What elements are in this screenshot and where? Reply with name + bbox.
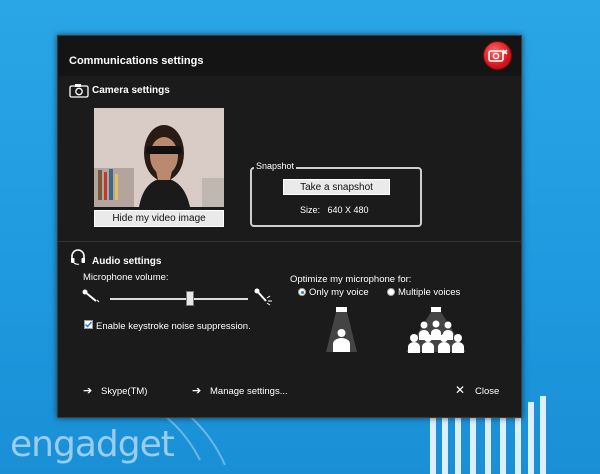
manage-settings-link[interactable]: Manage settings... — [210, 386, 288, 397]
optimize-label: Optimize my microphone for: — [290, 274, 412, 285]
noise-suppression-checkbox[interactable] — [84, 320, 93, 329]
multiple-voices-label: Multiple voices — [398, 287, 461, 298]
mic-volume-slider-thumb[interactable] — [186, 291, 195, 306]
close-x-icon: ✕ — [455, 383, 466, 397]
close-button[interactable]: Close — [475, 386, 499, 397]
camera-preview — [94, 108, 224, 207]
radio-only-my-voice[interactable] — [298, 288, 306, 296]
title-bar: Communications settings — [58, 36, 521, 76]
headset-icon — [71, 249, 85, 265]
radio-multiple-voices[interactable] — [387, 288, 395, 296]
mic-volume-label: Microphone volume: — [83, 272, 169, 283]
skype-arrow-icon: ➔ — [83, 385, 93, 397]
size-label: Size: — [300, 205, 321, 215]
noise-suppression-label: Enable keystroke noise suppression. — [96, 321, 251, 332]
communications-settings-dialog: Communications settings Camera settings — [57, 35, 522, 418]
single-speaker-icon — [326, 307, 357, 352]
mic-high-icon — [254, 288, 272, 306]
audio-settings-heading: Audio settings — [92, 256, 162, 267]
hide-video-button[interactable]: Hide my video image — [94, 210, 224, 227]
mic-volume-slider-track[interactable] — [110, 298, 248, 300]
snapshot-group-label: Snapshot — [254, 161, 297, 171]
camera-close-button[interactable] — [483, 41, 512, 70]
camera-settings-heading: Camera settings — [92, 85, 170, 96]
snapshot-group — [250, 167, 422, 227]
video-preview-image — [94, 108, 224, 207]
only-my-voice-label: Only my voice — [309, 287, 369, 298]
dialog-title: Communications settings — [69, 55, 204, 67]
engadget-watermark: engadget — [10, 424, 175, 465]
camera-close-icon — [488, 49, 508, 62]
skype-link[interactable]: Skype(TM) — [101, 386, 147, 397]
take-snapshot-button[interactable]: Take a snapshot — [283, 179, 390, 195]
camera-icon — [69, 84, 89, 98]
snapshot-size: Size: 640 X 480 — [300, 205, 369, 215]
mic-low-icon — [82, 289, 100, 303]
multiple-speakers-icon — [406, 307, 466, 353]
manage-arrow-icon: ➔ — [192, 385, 202, 397]
section-divider — [58, 241, 521, 242]
size-value: 640 X 480 — [327, 205, 369, 215]
checkmark-icon — [84, 321, 93, 328]
